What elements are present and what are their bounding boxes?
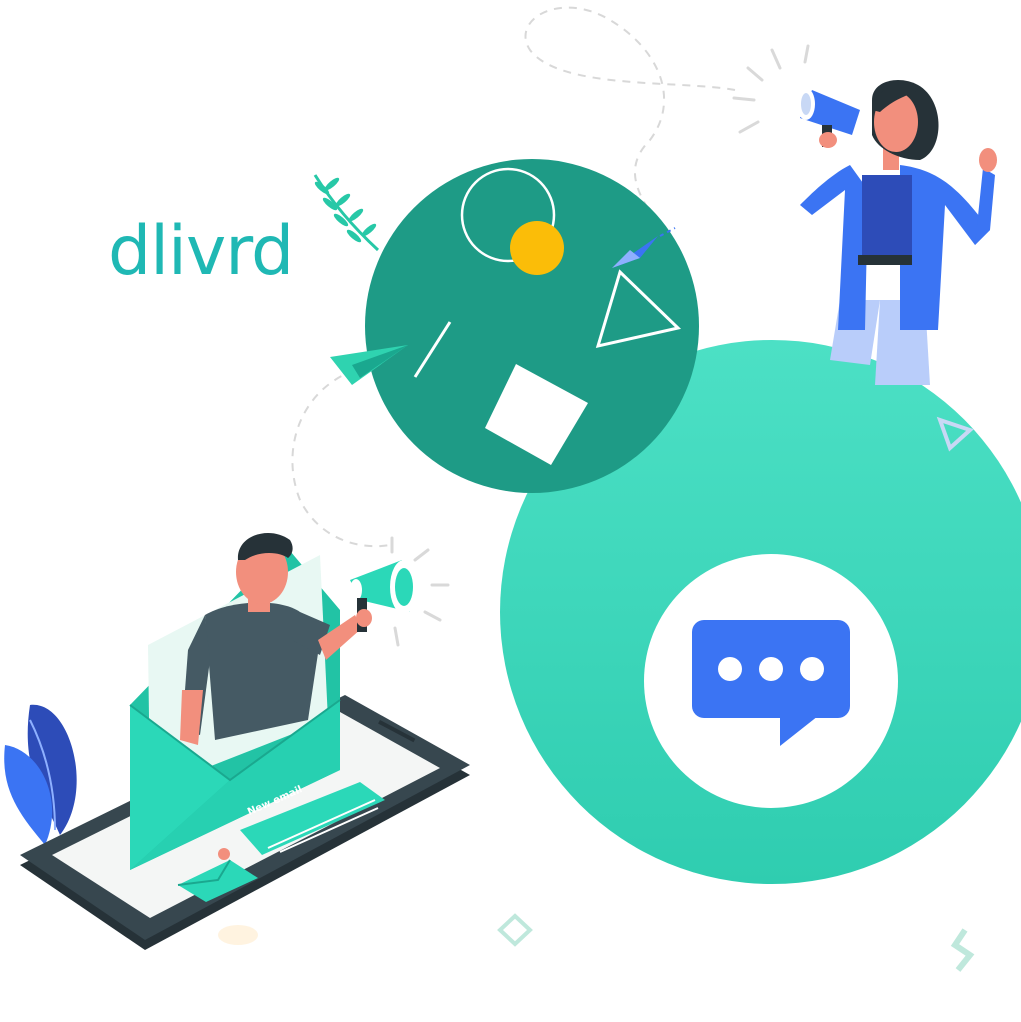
illustration-canvas [4, 6, 1021, 972]
diamond-outline-icon [497, 913, 533, 947]
brand-name: dlivrd [108, 212, 294, 291]
squiggle-icon [950, 928, 975, 972]
leaf-icon [4, 704, 77, 845]
hero-illustration: dlivrd New email [0, 0, 1021, 1022]
dashed-trail-left [291, 369, 391, 548]
leaf-sprig-icon [313, 174, 380, 252]
megaphone-icon-man [350, 536, 450, 647]
woman-figure [732, 44, 997, 385]
shadow-blob [218, 925, 258, 945]
brand-logo: dlivrd [108, 218, 294, 286]
yellow-dot-shape [510, 221, 564, 275]
megaphone-icon-woman [797, 88, 860, 148]
